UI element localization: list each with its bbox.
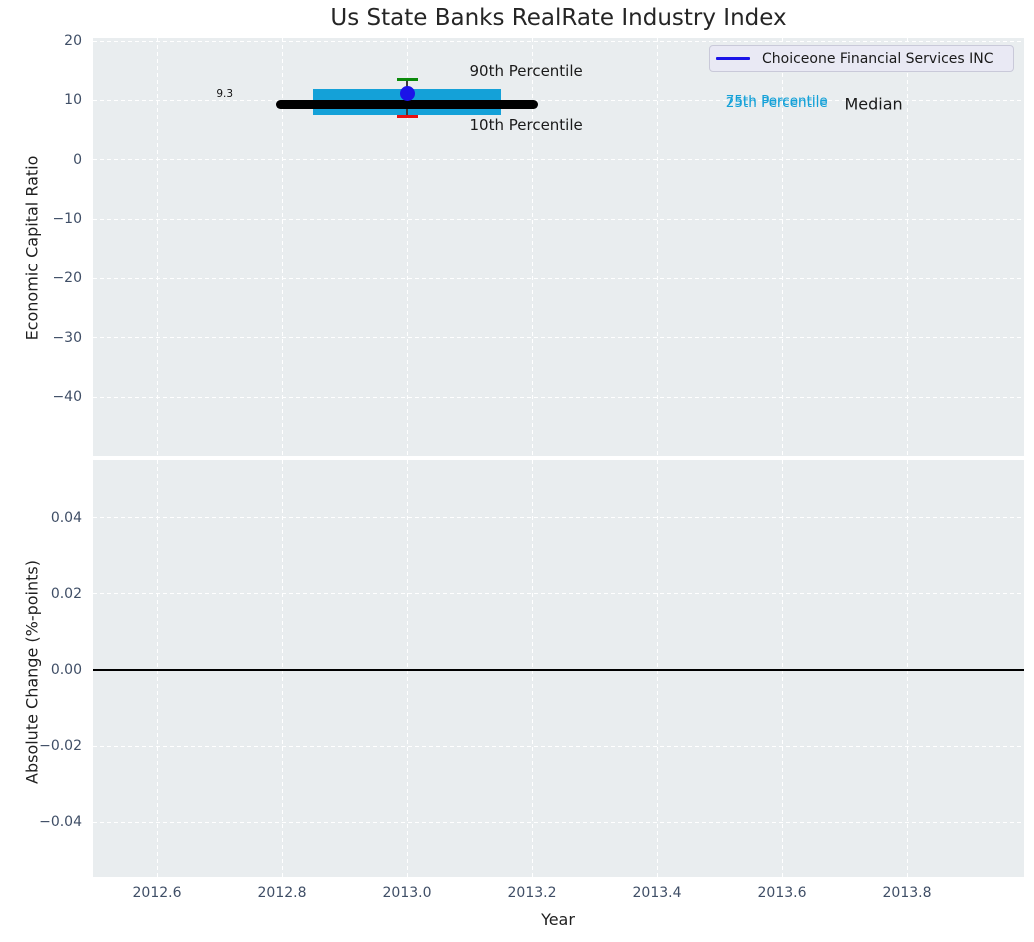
x-tick-label: 2013.4 — [632, 885, 682, 901]
gridline-h — [93, 821, 1024, 823]
gridline-h — [93, 593, 1024, 595]
legend-label: Choiceone Financial Services INC — [762, 50, 994, 67]
median-line — [275, 100, 539, 109]
annotation-0: 9.3 — [216, 87, 234, 100]
x-tick-label: 2013.2 — [507, 885, 557, 901]
annotation-5: Median — [844, 94, 903, 114]
y-tick-label: 0 — [73, 151, 82, 168]
top-plot-area: 9.3 90th Percentile 10th Percentile 75th Pe… — [93, 38, 1024, 456]
annotation-1: 90th Percentile — [469, 62, 583, 81]
x-tick-label: 2013.8 — [882, 885, 932, 901]
x-tick-label: 2012.6 — [132, 885, 182, 901]
annotation-4: 25th Percentile — [725, 95, 828, 112]
x-tick-label: 2012.8 — [257, 885, 307, 901]
x-tick-label: 2013.0 — [382, 885, 432, 901]
gridline-h — [93, 517, 1024, 519]
y-tick-label: 20 — [64, 33, 82, 50]
gridline-h — [93, 396, 1024, 398]
y-tick-label: −40 — [52, 389, 82, 406]
gridline-h — [93, 745, 1024, 747]
p90-cap — [396, 78, 418, 82]
bottom-plot-area — [93, 460, 1024, 877]
chart-title: Us State Banks RealRate Industry Index — [330, 5, 787, 31]
annotation-2: 10th Percentile — [469, 116, 583, 135]
x-axis-label: Year — [541, 910, 575, 929]
company-dot — [399, 86, 415, 102]
y-axis-label-top: Economic Capital Ratio — [22, 155, 42, 341]
y-tick-label: −0.04 — [39, 814, 82, 830]
legend: Choiceone Financial Services INC — [709, 45, 1014, 72]
y-tick-label: −30 — [52, 329, 82, 346]
gridline-h — [93, 337, 1024, 339]
p10-cap — [396, 114, 418, 118]
zero-line — [93, 669, 1024, 671]
y-tick-label: 0.04 — [50, 509, 82, 526]
y-tick-label: 10 — [64, 92, 82, 109]
figure: Us State Banks RealRate Industry Index E… — [0, 0, 1034, 942]
gridline-h — [93, 218, 1024, 220]
y-tick-label: −20 — [52, 270, 82, 287]
y-tick-label: −10 — [52, 211, 82, 228]
gridline-h — [93, 40, 1024, 42]
y-tick-label: −0.02 — [39, 738, 82, 754]
y-tick-label: 0.00 — [50, 662, 82, 678]
x-tick-label: 2013.6 — [757, 885, 807, 901]
gridline-h — [93, 277, 1024, 279]
legend-line-sample — [716, 57, 750, 60]
y-tick-label: 0.02 — [50, 585, 82, 602]
gridline-h — [93, 159, 1024, 161]
